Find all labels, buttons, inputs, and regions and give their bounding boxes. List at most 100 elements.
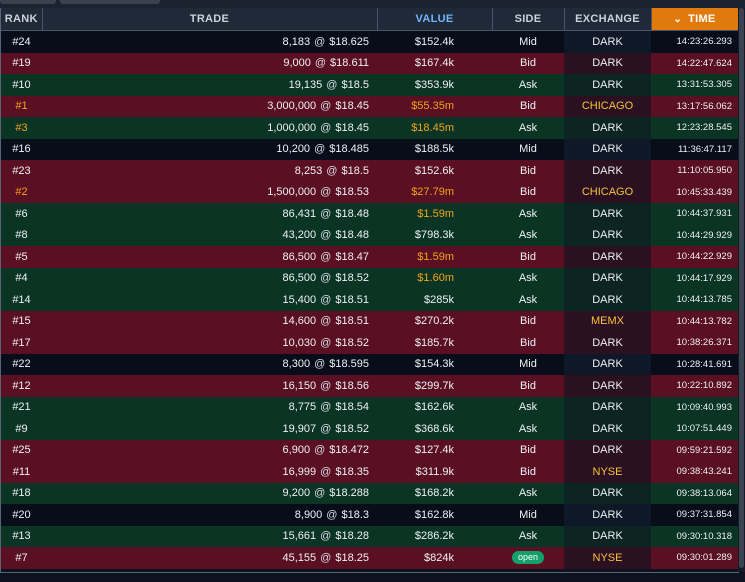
table-row[interactable]: #19 9,000 @ $18.611 $167.4k Bid DARK 14:22:47.6…: [1, 52, 738, 74]
table-row[interactable]: #10 19,135 @ $18.5 $353.9k Ask DARK 13:31:53.30…: [1, 74, 738, 96]
trade-quantity: 1,000,000: [267, 121, 317, 134]
side-cell: Ask: [492, 525, 564, 547]
exchange-cell: MEMX: [564, 310, 651, 332]
table-row[interactable]: #12 16,150 @ $18.56 $299.7k Bid DARK 10:22:10.8…: [1, 375, 738, 397]
rank-cell: #16: [1, 138, 42, 160]
value-cell: $299.7k: [377, 375, 492, 397]
top-strip: [0, 0, 745, 8]
side-cell: Ask: [492, 203, 564, 225]
trade-price: $18.48: [335, 229, 369, 242]
side-cell: Ask: [492, 74, 564, 96]
time-cell: 10:44:22.929: [651, 246, 738, 268]
time-cell: 10:44:17.929: [651, 267, 738, 289]
side-cell: Mid: [492, 353, 564, 375]
rank-cell: #17: [1, 332, 42, 354]
trade-cell: 86,431 @ $18.48: [42, 203, 377, 225]
side-cell: open: [492, 547, 564, 569]
vertical-scrollbar[interactable]: [738, 8, 745, 572]
trade-price: $18.3: [341, 508, 369, 521]
trade-cell: 86,500 @ $18.47: [42, 246, 377, 268]
trade-quantity: 8,900: [294, 508, 323, 521]
table-row[interactable]: #2 1,500,000 @ $18.53 $27.79m Bid CHICAGO 10:45…: [1, 181, 738, 203]
value-cell: $168.2k: [377, 482, 492, 504]
trade-price: $18.5: [341, 78, 369, 91]
table-row[interactable]: #24 8,183 @ $18.625 $152.4k Mid DARK 14:23:26.2…: [1, 30, 738, 53]
exchange-cell: NYSE: [564, 547, 651, 569]
column-header-exchange[interactable]: EXCHANGE: [564, 8, 652, 31]
table-row[interactable]: #8 43,200 @ $18.48 $798.3k Ask DARK 10:44:29.92…: [1, 224, 738, 246]
trade-cell: 86,500 @ $18.52: [42, 267, 377, 289]
trade-price: $18.52: [335, 336, 369, 349]
trade-price: $18.625: [329, 35, 369, 48]
rank-cell: #21: [1, 396, 42, 418]
time-cell: 09:37:31.854: [651, 504, 738, 526]
rank-cell: #7: [1, 547, 42, 569]
rank-cell: #5: [1, 246, 42, 268]
exchange-cell: DARK: [564, 418, 651, 440]
trade-at-symbol: @: [320, 422, 332, 435]
trade-at-symbol: @: [320, 186, 332, 199]
rank-cell: #3: [1, 117, 42, 139]
column-header-rank[interactable]: RANK: [1, 8, 43, 31]
exchange-cell: DARK: [564, 396, 651, 418]
time-cell: 09:38:13.064: [651, 482, 738, 504]
time-cell: 10:44:29.929: [651, 224, 738, 246]
table-row[interactable]: #16 10,200 @ $18.485 $188.5k Mid DARK 11:36:47.…: [1, 138, 738, 160]
table-row[interactable]: #20 8,900 @ $18.3 $162.8k Mid DARK 09:37:31.854: [1, 504, 738, 526]
table-row[interactable]: #15 14,600 @ $18.51 $270.2k Bid MEMX 10:44:13.7…: [1, 310, 738, 332]
table-row[interactable]: #18 9,200 @ $18.288 $168.2k Ask DARK 09:38:13.0…: [1, 482, 738, 504]
column-header-time[interactable]: ⌄ TIME: [651, 8, 738, 31]
rank-cell: #2: [1, 181, 42, 203]
trade-quantity: 15,661: [282, 530, 317, 543]
table-row[interactable]: #17 10,030 @ $18.52 $185.7k Bid DARK 10:38:26.3…: [1, 332, 738, 354]
scrollbar-thumb[interactable]: [739, 8, 744, 568]
side-cell: Bid: [492, 310, 564, 332]
exchange-cell: DARK: [564, 332, 651, 354]
table-row[interactable]: #9 19,907 @ $18.52 $368.6k Ask DARK 10:07:51.44…: [1, 418, 738, 440]
table-row[interactable]: #6 86,431 @ $18.48 $1.59m Ask DARK 10:44:37.931: [1, 203, 738, 225]
trade-cell: 8,900 @ $18.3: [42, 504, 377, 526]
table-row[interactable]: #5 86,500 @ $18.47 $1.59m Bid DARK 10:44:22.929: [1, 246, 738, 268]
table-row[interactable]: #7 45,155 @ $18.25 $824k open NYSE 09:30:01.289: [1, 547, 738, 569]
table-row[interactable]: #22 8,300 @ $18.595 $154.3k Mid DARK 10:28:41.6…: [1, 353, 738, 375]
trade-at-symbol: @: [314, 487, 326, 500]
table-row[interactable]: #13 15,661 @ $18.28 $286.2k Ask DARK 09:30:10.3…: [1, 525, 738, 547]
side-cell: Bid: [492, 439, 564, 461]
column-header-value[interactable]: VALUE: [377, 8, 493, 31]
table-row[interactable]: #21 8,775 @ $18.54 $162.6k Ask DARK 10:09:40.99…: [1, 396, 738, 418]
value-cell: $154.3k: [377, 353, 492, 375]
table-row[interactable]: #25 6,900 @ $18.472 $127.4k Bid DARK 09:59:21.5…: [1, 439, 738, 461]
column-header-side[interactable]: SIDE: [492, 8, 565, 31]
time-cell: 11:36:47.117: [651, 138, 738, 160]
table-row[interactable]: #3 1,000,000 @ $18.45 $18.45m Ask DARK 12:23:28…: [1, 117, 738, 139]
value-cell: $18.45m: [377, 117, 492, 139]
side-cell: Ask: [492, 267, 564, 289]
trade-price: $18.611: [330, 57, 369, 70]
trade-quantity: 9,200: [282, 487, 311, 500]
table-row[interactable]: #23 8,253 @ $18.5 $152.6k Bid DARK 11:10:05.950: [1, 160, 738, 182]
value-cell: $185.7k: [377, 332, 492, 354]
window-tab[interactable]: [0, 0, 56, 4]
table-row[interactable]: #14 15,400 @ $18.51 $285k Ask DARK 10:44:13.785: [1, 289, 738, 311]
trade-at-symbol: @: [320, 530, 332, 543]
trade-cell: 19,907 @ $18.52: [42, 418, 377, 440]
trade-at-symbol: @: [314, 35, 326, 48]
exchange-cell: CHICAGO: [564, 95, 651, 117]
rank-cell: #22: [1, 353, 42, 375]
trade-quantity: 15,400: [282, 293, 317, 306]
rank-cell: #8: [1, 224, 42, 246]
value-cell: $127.4k: [377, 439, 492, 461]
trade-price: $18.25: [335, 551, 369, 564]
table-row[interactable]: #1 3,000,000 @ $18.45 $55.35m Bid CHICAGO 13:17…: [1, 95, 738, 117]
window-tab[interactable]: [60, 0, 160, 4]
trade-at-symbol: @: [326, 508, 338, 521]
exchange-cell: DARK: [564, 138, 651, 160]
table-row[interactable]: #11 16,999 @ $18.35 $311.9k Bid NYSE 09:38:43.2…: [1, 461, 738, 483]
table-row[interactable]: #4 86,500 @ $18.52 $1.60m Ask DARK 10:44:17.929: [1, 267, 738, 289]
exchange-cell: DARK: [564, 353, 651, 375]
value-cell: $1.59m: [377, 203, 492, 225]
column-header-trade[interactable]: TRADE: [42, 8, 378, 31]
trade-price: $18.54: [335, 401, 369, 414]
exchange-cell: DARK: [564, 30, 651, 53]
value-cell: $285k: [377, 289, 492, 311]
